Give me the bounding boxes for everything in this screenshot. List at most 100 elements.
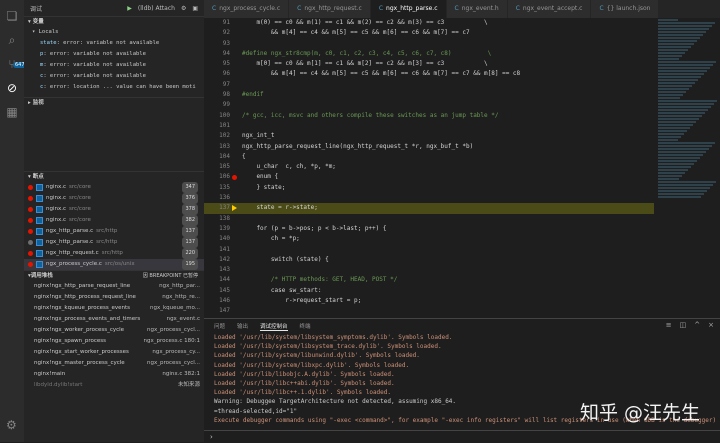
extensions-icon[interactable]: ▦	[4, 104, 20, 120]
callstack-frame[interactable]: libdyld.dylib!start未知来源	[24, 380, 204, 391]
variables-section[interactable]: ▾ 变量	[24, 16, 204, 27]
line-number: 91	[204, 18, 230, 28]
filter-icon[interactable]: ≡	[666, 321, 672, 329]
frame-file: ngx_kqueue_mo...	[150, 303, 200, 314]
breakpoint-dot-icon	[28, 218, 33, 223]
watch-section[interactable]: ▸ 监视	[24, 97, 204, 108]
callstack-frame[interactable]: nginx!ngx_http_process_request_linengx_h…	[24, 292, 204, 303]
code-line: 97	[204, 80, 654, 90]
line-number: 101	[204, 121, 230, 131]
breakpoint-row[interactable]: nginx.csrc/core376	[24, 193, 204, 204]
minimap-line	[658, 49, 688, 51]
panel-tabs: 问题 输出 调试控制台 终端	[204, 319, 720, 333]
minimap-line	[658, 43, 694, 45]
callstack-frame[interactable]: nginx!ngx_master_process_cyclengx_proces…	[24, 358, 204, 369]
close-icon[interactable]: ×	[708, 321, 714, 329]
breakpoint-row[interactable]: ngx_http_parse.csrc/http137	[24, 237, 204, 248]
variable-row[interactable]: m: error: variable not available	[24, 60, 204, 71]
callstack-status: 因 BREAKPOINT 已暂停	[143, 271, 198, 281]
panel-tab[interactable]: 调试控制台	[260, 322, 288, 331]
minimap-line	[658, 46, 691, 48]
variable-row[interactable]: state: error: variable not available	[24, 38, 204, 49]
frame-file: ngx_process_cy...	[152, 347, 200, 358]
breakpoints-section[interactable]: ▾ 断点	[24, 171, 204, 182]
locals-scope[interactable]: ▾ Locals	[24, 27, 204, 38]
breakpoint-checkbox[interactable]	[36, 228, 43, 235]
breakpoint-row[interactable]: nginx.csrc/core378	[24, 204, 204, 215]
breakpoint-checkbox[interactable]	[36, 217, 43, 224]
minimap-line	[658, 85, 692, 87]
minimap-line	[658, 187, 710, 189]
editor-tab[interactable]: Cngx_event_accept.c	[508, 0, 592, 18]
editor-tab[interactable]: Cngx_process_cycle.c	[204, 0, 289, 18]
breakpoint-line: 347	[182, 182, 198, 193]
start-debug-icon[interactable]: ▶	[127, 5, 132, 12]
console-input[interactable]: ›	[204, 430, 720, 443]
editor-tab[interactable]: Cngx_http_parse.c	[371, 0, 447, 18]
search-icon[interactable]: ⌕	[4, 32, 20, 48]
breakpoint-path: src/os/unix	[105, 259, 135, 270]
minimap-line	[658, 130, 687, 132]
code-text: ngx_int_t	[242, 132, 275, 139]
c-file-icon: C	[297, 5, 301, 12]
maximize-icon[interactable]: ^	[694, 321, 700, 329]
line-number: 138	[204, 214, 230, 224]
breakpoint-row[interactable]: ngx_http_parse.csrc/http137	[24, 226, 204, 237]
debug-config-select[interactable]: (lldb) Attach	[138, 5, 175, 12]
callstack-frame[interactable]: nginx!ngx_kqueue_process_eventsngx_kqueu…	[24, 303, 204, 314]
breakpoint-row[interactable]: ngx_http_request.csrc/http220	[24, 248, 204, 259]
minimap[interactable]	[654, 18, 720, 318]
console-line: Loaded '/usr/lib/libc++.1.dylib'. Symbol…	[214, 388, 720, 397]
debug-title: 调试	[30, 4, 42, 13]
editor-tab[interactable]: Cngx_http_request.c	[289, 0, 371, 18]
breakpoint-file: ngx_process_cycle.c	[46, 259, 102, 270]
settings-icon[interactable]: ⚙	[181, 5, 186, 12]
code-view[interactable]: 91 m(0) == c0 && m(1) == c1 && m(2) == c…	[204, 18, 654, 318]
debug-icon[interactable]: ⊘	[4, 80, 20, 96]
breakpoint-checkbox[interactable]	[36, 239, 43, 246]
callstack-frame[interactable]: nginx!ngx_spawn_processngx_process.c 180…	[24, 336, 204, 347]
line-number: 95	[204, 59, 230, 69]
line-number: 94	[204, 49, 230, 59]
callstack-frame[interactable]: nginx!ngx_start_worker_processesngx_proc…	[24, 347, 204, 358]
editor-tab[interactable]: C{} launch.json	[591, 0, 659, 18]
callstack-frame[interactable]: nginx!mainnginx.c 382:1	[24, 369, 204, 380]
breakpoint-checkbox[interactable]	[36, 250, 43, 257]
frame-function: nginx!ngx_worker_process_cycle	[34, 325, 143, 336]
breakpoint-checkbox[interactable]	[36, 261, 43, 268]
panel-tab[interactable]: 输出	[237, 322, 248, 330]
variable-name: state	[40, 40, 57, 46]
panel-tab[interactable]: 问题	[214, 322, 225, 330]
variable-row[interactable]: c: error: location ... value can have be…	[24, 82, 204, 93]
breakpoint-checkbox[interactable]	[36, 184, 43, 191]
callstack-frame[interactable]: nginx!ngx_worker_process_cyclengx_proces…	[24, 325, 204, 336]
frame-function: nginx!ngx_spawn_process	[34, 336, 140, 347]
breakpoint-row[interactable]: nginx.csrc/core382	[24, 215, 204, 226]
variable-row[interactable]: p: error: variable not available	[24, 49, 204, 60]
callstack-section[interactable]: ▾ 调用堆栈因 BREAKPOINT 已暂停	[24, 270, 204, 281]
minimap-line	[658, 91, 686, 93]
callstack-frame[interactable]: nginx!ngx_process_events_and_timersngx_e…	[24, 314, 204, 325]
variable-row[interactable]: c: error: variable not available	[24, 71, 204, 82]
gear-icon[interactable]: ⚙	[6, 418, 17, 432]
breakpoint-row[interactable]: nginx.csrc/core347	[24, 182, 204, 193]
line-number: 99	[204, 100, 230, 110]
minimap-line	[658, 151, 706, 153]
code-text: } state;	[242, 184, 285, 191]
panel-tab[interactable]: 终端	[300, 322, 311, 330]
minimap-line	[658, 70, 707, 72]
code-text: ch = *p;	[242, 235, 300, 242]
split-icon[interactable]: ◫	[680, 321, 687, 329]
breakpoint-row[interactable]: ngx_process_cycle.csrc/os/unix195	[24, 259, 204, 270]
breakpoint-checkbox[interactable]	[36, 195, 43, 202]
explorer-icon[interactable]: ❏	[4, 8, 20, 24]
breakpoint-checkbox[interactable]	[36, 206, 43, 213]
watermark: 知乎 @汪先生	[580, 398, 700, 425]
code-line: 105 u_char c, ch, *p, *m;	[204, 162, 654, 172]
callstack-frame[interactable]: nginx!ngx_http_parse_request_linengx_htt…	[24, 281, 204, 292]
editor-tab[interactable]: Cngx_event.h	[447, 0, 508, 18]
console-line: Loaded '/usr/lib/system/libsystem_sympto…	[214, 333, 720, 342]
console-icon[interactable]: ▣	[192, 5, 198, 12]
breakpoint-file: nginx.c	[46, 215, 66, 226]
code-text: switch (state) {	[242, 256, 329, 263]
